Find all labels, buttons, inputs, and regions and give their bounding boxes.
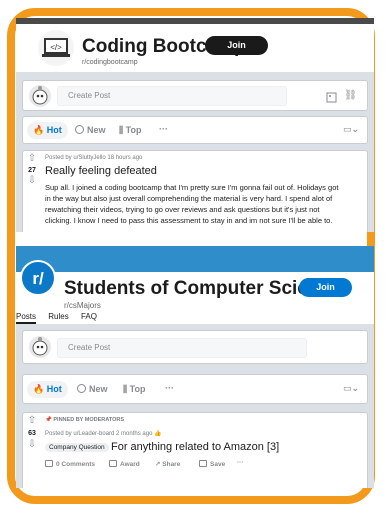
flame-icon: 🔥: [33, 125, 45, 135]
tab-posts[interactable]: Posts: [16, 312, 37, 324]
gift-icon: [109, 460, 117, 467]
flame-icon: 🔥: [33, 384, 45, 394]
sort-bar: 🔥 Hot New ⫼ Top ··· ▭⌄: [22, 116, 368, 144]
laptop-code-icon: </>: [42, 38, 70, 57]
sort-hot-label: Hot: [46, 384, 62, 394]
community-handle: r/codingbootcamp: [82, 59, 138, 66]
create-post-input[interactable]: Create Post: [57, 86, 287, 106]
comment-icon: [45, 460, 53, 467]
cs-majors-screenshot: r/ Students of Computer Science! r/csMaj…: [16, 246, 374, 488]
post-meta-text: Posted by u/Leader-board 2 months ago: [45, 431, 153, 437]
view-toggle-icon[interactable]: ▭⌄: [343, 383, 359, 394]
bookmark-icon: [199, 460, 207, 467]
snoo-avatar: [29, 85, 51, 107]
join-button[interactable]: Join: [205, 36, 268, 55]
hand-wave-icon: 👍: [154, 431, 162, 437]
comments-label: 0 Comments: [56, 461, 96, 468]
downvote-icon[interactable]: ⇩: [25, 439, 39, 450]
coding-bootcamp-screenshot: </> Coding Bootcamp r/codingbootcamp Joi…: [16, 18, 374, 232]
tab-rules[interactable]: Rules: [48, 312, 68, 321]
create-post-card: Create Post: [22, 330, 368, 364]
sort-bar: 🔥 Hot New ⫼ Top ··· ▭⌄: [22, 374, 368, 404]
share-button[interactable]: ↗ Share: [155, 460, 180, 468]
sort-top-button[interactable]: ⫼ Top: [119, 125, 141, 136]
upvote-icon[interactable]: ⇧: [25, 415, 39, 426]
upvote-icon[interactable]: ⇧: [25, 153, 39, 164]
award-button[interactable]: Award: [109, 460, 140, 468]
create-post-card: Create Post ⛓: [22, 80, 368, 111]
image-icon[interactable]: [326, 90, 337, 108]
post-meta: Posted by u/SluttyJello 18 hours ago: [45, 155, 143, 161]
sort-new-button[interactable]: New: [75, 125, 106, 135]
sort-more-button[interactable]: ···: [159, 124, 168, 134]
sort-top-label: Top: [129, 384, 146, 394]
snoo-avatar: [29, 336, 51, 358]
create-post-input[interactable]: Create Post: [57, 338, 307, 358]
community-banner: [16, 246, 374, 272]
sparkle-icon: [77, 384, 86, 393]
pinned-text: PINNED BY MODERATORS: [53, 417, 124, 423]
feed-area: Create Post ⛓ 🔥 Hot New ⫼ Top ··· ▭⌄ ⇧ 2…: [16, 72, 374, 232]
award-label: Award: [120, 461, 140, 468]
sort-hot-label: Hot: [46, 125, 62, 135]
feed-area: Create Post 🔥 Hot New ⫼ Top ··· ▭⌄ ⇧ 63 …: [16, 324, 374, 488]
view-toggle-icon[interactable]: ▭⌄: [343, 124, 359, 135]
post-card[interactable]: ⇧ 27 ⇩ Posted by u/SluttyJello 18 hours …: [22, 150, 368, 232]
bar-chart-icon: ⫼: [119, 125, 124, 135]
tab-faq[interactable]: FAQ: [81, 312, 97, 321]
pin-icon: 📌: [45, 417, 52, 423]
save-label: Save: [210, 461, 226, 468]
post-body: Sup all. I joined a coding bootcamp that…: [45, 183, 339, 225]
link-icon[interactable]: ⛓: [344, 90, 357, 101]
post-flair[interactable]: Company Question: [45, 443, 109, 452]
svg-text:</>: </>: [50, 43, 62, 52]
sort-new-label: New: [87, 125, 106, 135]
post-title[interactable]: Really feeling defeated: [45, 165, 157, 177]
pinned-post-card[interactable]: ⇧ 63 ⇩ 📌 PINNED BY MODERATORS Posted by …: [22, 412, 368, 488]
community-header: </> Coding Bootcamp r/codingbootcamp Joi…: [16, 24, 374, 72]
post-meta: Posted by u/Leader-board 2 months ago 👍: [45, 430, 162, 437]
share-arrow-icon: ↗: [155, 461, 161, 468]
sort-top-button[interactable]: ⫼ Top: [123, 384, 145, 395]
vote-count: 63: [28, 430, 36, 437]
sort-more-button[interactable]: ···: [165, 383, 174, 393]
share-label: Share: [162, 461, 181, 468]
community-logo: </>: [38, 30, 74, 66]
save-button[interactable]: Save: [199, 460, 225, 468]
community-logo: r/: [20, 260, 56, 296]
community-handle: r/csMajors: [64, 301, 101, 310]
sort-hot-button[interactable]: 🔥 Hot: [27, 122, 68, 139]
sort-hot-button[interactable]: 🔥 Hot: [27, 381, 68, 398]
comments-button[interactable]: 0 Comments: [45, 460, 95, 468]
join-button[interactable]: Join: [299, 278, 352, 297]
post-title[interactable]: For anything related to Amazon [3]: [111, 441, 279, 453]
pinned-label: 📌 PINNED BY MODERATORS: [45, 417, 124, 423]
bar-chart-icon: ⫼: [123, 384, 128, 394]
sort-top-label: Top: [125, 125, 142, 135]
more-options-button[interactable]: ···: [237, 459, 244, 466]
sort-new-button[interactable]: New: [77, 384, 108, 394]
community-tabs: Posts Rules FAQ: [16, 312, 107, 324]
sort-new-label: New: [89, 384, 108, 394]
downvote-icon[interactable]: ⇩: [25, 175, 39, 186]
sparkle-icon: [75, 125, 84, 134]
vote-count: 27: [28, 167, 36, 174]
